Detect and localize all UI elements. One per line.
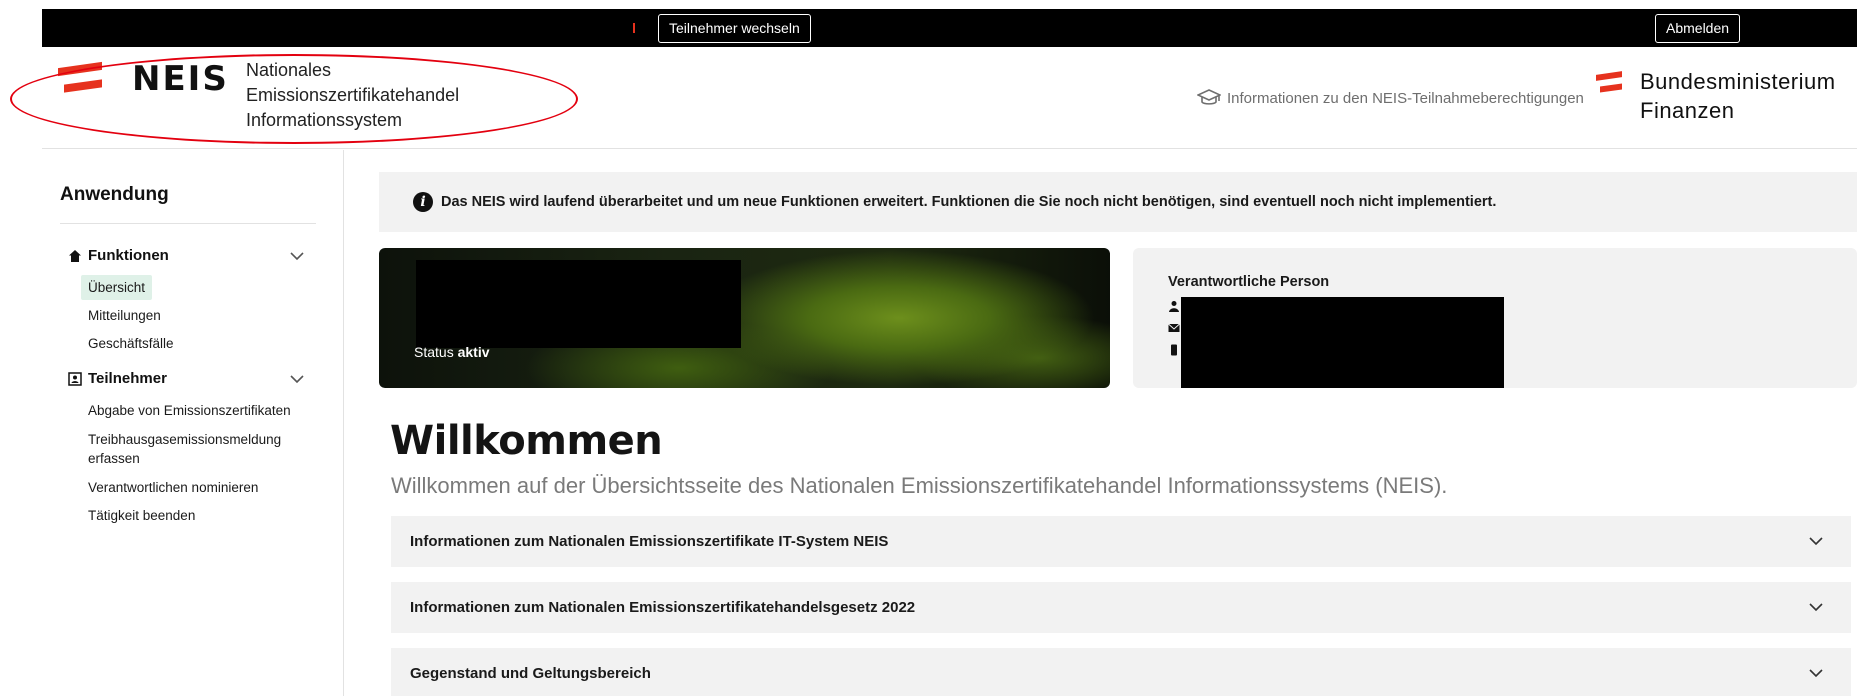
sidebar-item-geschaeftsfaelle[interactable]: Geschäftsfälle	[88, 334, 174, 353]
sidebar-item-label-line-1: Treibhausgasemissionsmeldung	[88, 432, 282, 447]
chevron-down-icon	[1809, 537, 1823, 546]
sidebar-group-funktionen[interactable]: Funktionen	[68, 247, 306, 264]
accordion-title: Gegenstand und Geltungsbereich	[410, 665, 651, 682]
redacted-block	[1181, 297, 1504, 388]
logo-subtitle-line-3: Informationssystem	[246, 110, 403, 130]
sidebar-item-nominieren[interactable]: Verantwortlichen nominieren	[88, 478, 258, 497]
page-subtitle: Willkommen auf der Übersichtsseite des N…	[391, 473, 1448, 498]
person-icon	[1169, 301, 1179, 312]
mail-icon	[1168, 323, 1180, 332]
participation-info-link[interactable]: Informationen zu den NEIS-Teilnahmeberec…	[1197, 87, 1584, 109]
accordion-neis-info[interactable]: Informationen zum Nationalen Emissionsze…	[391, 516, 1851, 567]
sidebar-item-uebersicht[interactable]: Übersicht	[81, 275, 153, 300]
chevron-down-icon	[290, 252, 304, 261]
red-marker	[633, 23, 635, 33]
phone-icon	[1171, 344, 1177, 356]
logo-subtitle-line-2: Emissionszertifikatehandel	[246, 85, 460, 105]
info-notice: i Das NEIS wird laufend überarbeitet und…	[379, 172, 1857, 232]
sidebar-item-mitteilungen[interactable]: Mitteilungen	[88, 306, 161, 325]
chevron-down-icon	[1809, 603, 1823, 612]
top-bar: Teilnehmer wechseln Abmelden	[42, 9, 1857, 47]
redacted-block	[416, 260, 741, 348]
ministry-logo-text: Bundesministerium Finanzen	[1640, 67, 1836, 125]
chevron-down-icon	[1809, 669, 1823, 678]
info-notice-text: Das NEIS wird laufend überarbeitet und u…	[441, 194, 1497, 210]
header: NEIS Nationales Emissionszertifikatehand…	[42, 47, 1857, 149]
home-icon	[69, 249, 81, 262]
logo-subtitle: Nationales Emissionszertifikatehandel In…	[246, 58, 459, 133]
accordion-title: Informationen zum Nationalen Emissionsze…	[410, 533, 889, 550]
status-line: Status aktiv	[414, 344, 490, 360]
sidebar-divider	[60, 223, 316, 224]
participant-hero-card: Status aktiv	[379, 248, 1110, 388]
graduation-cap-icon	[1197, 89, 1221, 105]
sidebar-item-emissionsmeldung[interactable]: Treibhausgasemissionsmeldung erfassen	[88, 430, 281, 468]
sidebar: Anwendung Funktionen Übersicht Mitteilun…	[42, 150, 344, 696]
participant-card-icon	[68, 371, 82, 386]
sidebar-item-label-line-2: erfassen	[88, 451, 140, 466]
sidebar-group-label: Teilnehmer	[88, 370, 167, 387]
status-value: aktiv	[457, 344, 490, 360]
responsible-person-title: Verantwortliche Person	[1168, 274, 1330, 290]
sidebar-title: Anwendung	[60, 184, 169, 205]
info-icon: i	[413, 192, 433, 212]
chevron-down-icon	[290, 375, 304, 384]
accordion-law-info[interactable]: Informationen zum Nationalen Emissionsze…	[391, 582, 1851, 633]
page-title: Willkommen	[390, 418, 663, 464]
ministry-line-1: Bundesministerium	[1640, 69, 1836, 94]
neis-logo-flag-icon	[58, 61, 102, 93]
status-label: Status	[414, 344, 454, 360]
accordion-scope[interactable]: Gegenstand und Geltungsbereich	[391, 648, 1851, 696]
responsible-person-card: Verantwortliche Person	[1133, 248, 1857, 388]
page: Teilnehmer wechseln Abmelden NEIS Nation…	[0, 0, 1857, 696]
switch-participant-button[interactable]: Teilnehmer wechseln	[658, 14, 811, 43]
logo-word: NEIS	[132, 59, 229, 99]
ministry-line-2: Finanzen	[1640, 98, 1735, 123]
sidebar-group-teilnehmer[interactable]: Teilnehmer	[68, 370, 306, 387]
accordion-title: Informationen zum Nationalen Emissionsze…	[410, 599, 916, 616]
sidebar-item-taetigkeit-beenden[interactable]: Tätigkeit beenden	[88, 506, 195, 525]
logout-button[interactable]: Abmelden	[1655, 14, 1741, 43]
ministry-flag-icon	[1596, 71, 1622, 93]
logo-subtitle-line-1: Nationales	[246, 60, 332, 80]
sidebar-item-abgabe[interactable]: Abgabe von Emissionszertifikaten	[88, 401, 291, 420]
participation-info-label: Informationen zu den NEIS-Teilnahmeberec…	[1227, 89, 1584, 107]
sidebar-group-label: Funktionen	[88, 247, 169, 264]
